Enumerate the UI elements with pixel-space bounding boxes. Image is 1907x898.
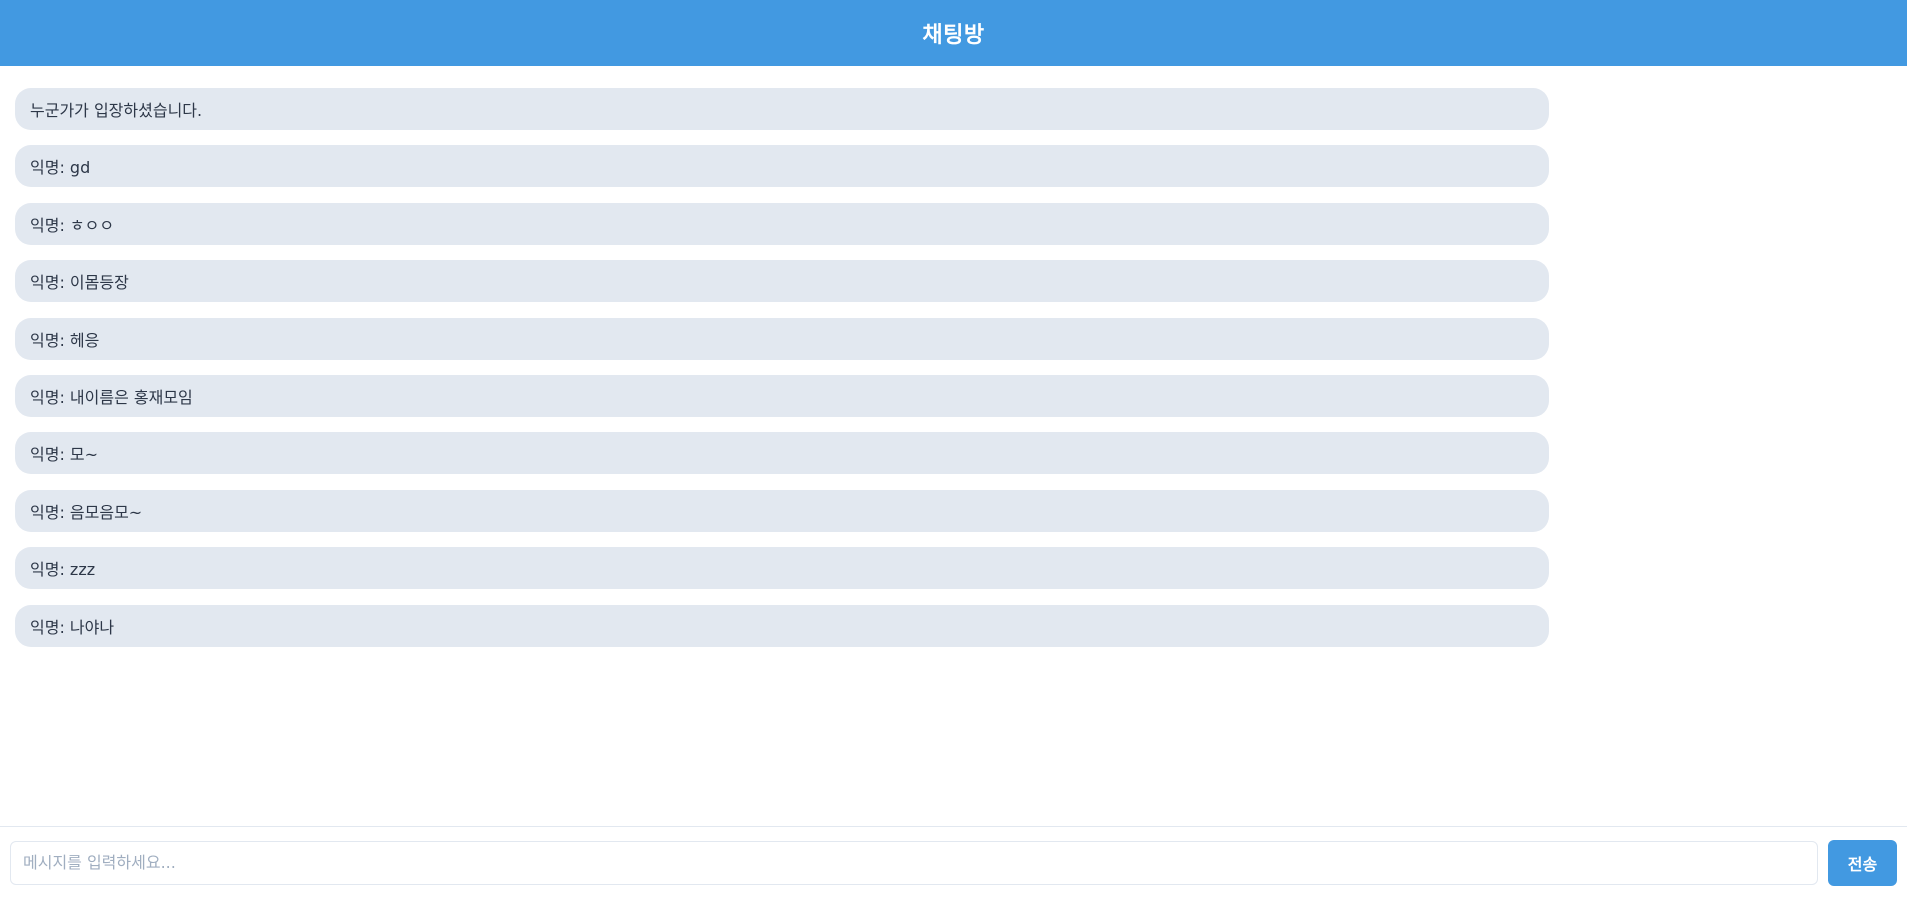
chat-app: 채팅방 누군가가 입장하셨습니다. 익명: gd 익명: ㅎㅇㅇ 익명: 이몸등… (0, 0, 1907, 898)
message-item: 익명: zzz (15, 547, 1549, 590)
message-item: 익명: 내이름은 홍재모임 (15, 374, 1549, 417)
message-item: 익명: ㅎㅇㅇ (15, 202, 1549, 245)
message-item: 익명: 이몸등장 (15, 260, 1549, 303)
message-item: 익명: 나야나 (15, 604, 1549, 647)
message-item: 누군가가 입장하셨습니다. (15, 88, 1549, 130)
chat-header: 채팅방 (0, 0, 1907, 66)
message-item: 익명: 헤응 (15, 317, 1549, 360)
message-composer: 전송 (0, 826, 1907, 898)
message-list[interactable]: 누군가가 입장하셨습니다. 익명: gd 익명: ㅎㅇㅇ 익명: 이몸등장 익명… (0, 66, 1907, 826)
send-button[interactable]: 전송 (1828, 839, 1897, 886)
message-item: 익명: 모~ (15, 432, 1549, 475)
message-item: 익명: 음모음모~ (15, 489, 1549, 532)
page-title: 채팅방 (922, 23, 985, 48)
message-item: 익명: gd (15, 145, 1549, 188)
message-input[interactable] (10, 840, 1818, 885)
